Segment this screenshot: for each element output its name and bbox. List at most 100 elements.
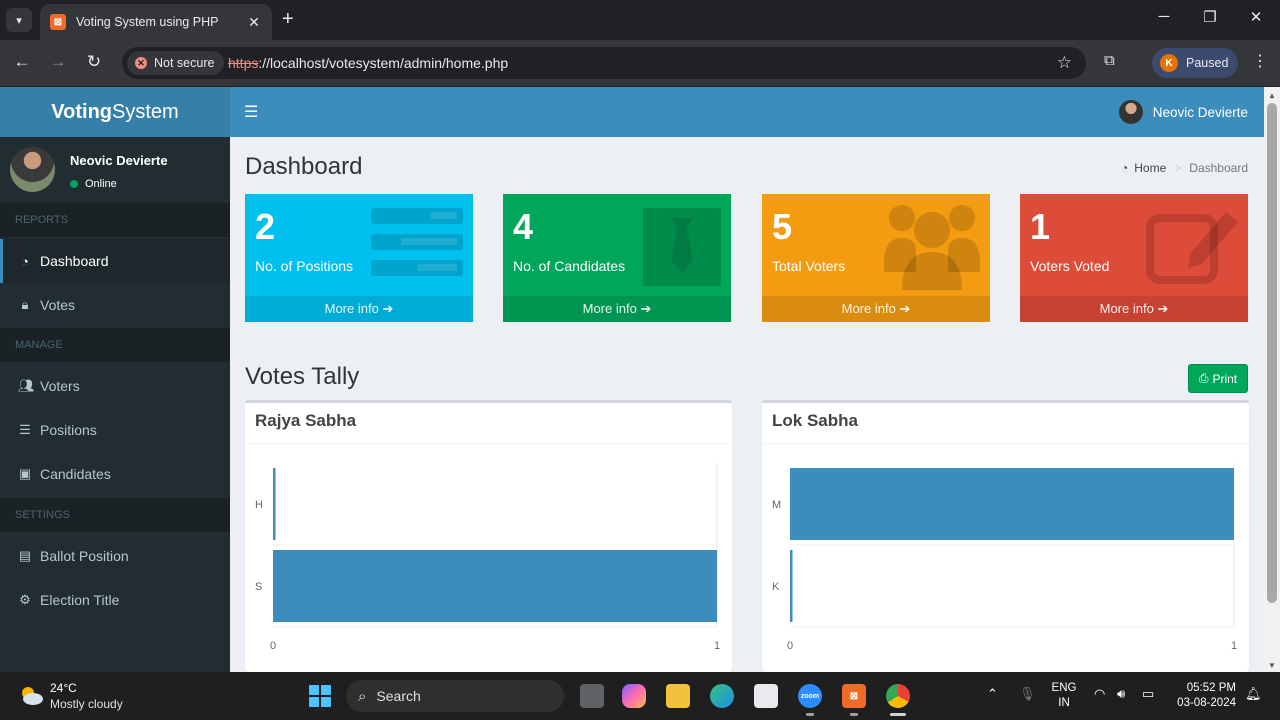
sidebar-item-dashboard[interactable]: ◔ Dashboard (0, 239, 230, 283)
sidebar-item-candidates[interactable]: ▣ Candidates (0, 452, 230, 496)
stat-label: No. of Candidates (513, 258, 626, 274)
reload-icon[interactable]: ↻ (83, 52, 105, 72)
print-icon: ⎙ (1198, 371, 1209, 385)
stat-value: 2 (255, 206, 276, 247)
stat-value: 5 (772, 206, 793, 247)
scroll-thumb[interactable] (1267, 103, 1277, 603)
sidebar-item-votes[interactable]: 🔒︎ Votes (0, 283, 230, 327)
volume-icon[interactable]: 🔊︎ (1117, 686, 1125, 702)
sidebar-item-ballot-position[interactable]: ▤ Ballot Position (0, 534, 230, 578)
extensions-icon[interactable]: ⧉ (1104, 52, 1115, 69)
security-chip[interactable]: ✕ Not secure (127, 51, 225, 75)
cloudy-weather-icon[interactable] (18, 684, 44, 706)
app-logo[interactable]: Voting System (0, 87, 230, 137)
taskbar-search[interactable]: ⌕ Search (346, 680, 564, 712)
lock-icon: 🔒︎ (21, 297, 29, 312)
show-hidden-icons-chevron-icon[interactable]: ⌃ (987, 686, 998, 702)
browser-tabstrip: ▾ ⊠ Voting System using PHP ✕ + ─ ❐ ✕ (0, 0, 1280, 40)
arrow-circle-right-icon: ➔ (640, 301, 652, 316)
file-text-icon: ▤ (18, 548, 32, 563)
user-menu[interactable]: Neovic Devierte (1118, 100, 1248, 124)
new-tab-button[interactable]: + (282, 9, 294, 29)
web-page: Voting System ☰ Neovic Devierte Neovic De… (0, 87, 1264, 672)
tick-label: 0 (270, 640, 276, 652)
section-header-manage: MANAGE (0, 328, 230, 362)
sidebar-item-positions[interactable]: ☰ Positions (0, 408, 230, 452)
forward-arrow-icon[interactable]: → (47, 52, 69, 72)
profile-button[interactable]: K Paused (1152, 48, 1238, 78)
url-text[interactable]: https://localhost/votesystem/admin/home.… (228, 55, 508, 71)
chart-title: Lok Sabha (772, 411, 858, 430)
weather-temp[interactable]: 24°C (50, 681, 77, 695)
user-panel: Neovic Devierte Online (0, 137, 230, 203)
edge-browser-icon[interactable] (710, 684, 734, 708)
category-label: S (255, 581, 262, 593)
minimize-icon[interactable]: ─ (1152, 8, 1176, 25)
microsoft-store-icon[interactable] (754, 684, 778, 708)
tick-label: 1 (1231, 640, 1237, 652)
scroll-down-icon[interactable]: ▼ (1264, 661, 1280, 670)
bookmark-star-icon[interactable]: ☆ (1057, 53, 1072, 73)
zoom-icon[interactable]: zoom (798, 684, 822, 708)
sidebar-item-election-title[interactable]: ⚙ Election Title (0, 578, 230, 622)
tab-title: Voting System using PHP (76, 15, 219, 29)
top-user-name: Neovic Devierte (1152, 104, 1248, 120)
arrow-circle-right-icon: ➔ (1157, 301, 1169, 316)
start-windows-icon[interactable] (309, 685, 331, 707)
breadcrumb: ◔ Home > Dashboard (1121, 161, 1248, 175)
language-indicator[interactable]: ENG IN (1048, 681, 1080, 711)
profile-status: Paused (1186, 56, 1229, 70)
weather-desc[interactable]: Mostly cloudy (50, 697, 123, 711)
battery-icon[interactable]: ▭ (1142, 686, 1154, 702)
arrow-circle-right-icon: ➔ (382, 301, 394, 316)
stat-value: 4 (513, 206, 534, 247)
security-label: Not secure (154, 56, 215, 70)
address-bar[interactable]: ✕ Not secure https://localhost/votesyste… (122, 47, 1086, 79)
restore-icon[interactable]: ❐ (1198, 8, 1222, 26)
chrome-icon[interactable] (886, 684, 910, 708)
more-info-link[interactable]: More info ➔ (1020, 296, 1248, 322)
more-info-link[interactable]: More info ➔ (503, 296, 731, 322)
bar-chart-lok-sabha: M K 0 1 (772, 463, 1237, 652)
stat-box-voted: 1 Voters Voted More info ➔ (1020, 194, 1248, 322)
xampp-icon[interactable]: ⊠ (842, 684, 866, 708)
page-scrollbar[interactable]: ▲ ▼ (1264, 87, 1280, 672)
chart-title: Rajya Sabha (255, 411, 357, 430)
file-explorer-icon[interactable] (666, 684, 690, 708)
tick-label: 0 (787, 640, 793, 652)
tasks-icon: ☰ (19, 422, 31, 437)
more-info-link[interactable]: More info ➔ (245, 296, 473, 322)
bar-H (273, 468, 276, 540)
breadcrumb-home-link[interactable]: Home (1134, 161, 1166, 175)
browser-menu-icon[interactable]: ⋮ (1252, 51, 1268, 71)
sidebar-item-voters[interactable]: 👥︎ Voters (0, 364, 230, 408)
microphone-icon[interactable]: 🎙︎ (1019, 686, 1036, 702)
sidebar-toggle-icon[interactable]: ☰ (244, 102, 258, 122)
more-info-link[interactable]: More info ➔ (762, 296, 990, 322)
notifications-bell-icon[interactable]: 🔔︎ (1245, 686, 1262, 702)
stat-value: 1 (1030, 206, 1051, 247)
edit-icon (1146, 212, 1238, 284)
profile-avatar: K (1160, 54, 1178, 72)
tab-search-button[interactable]: ▾ (6, 8, 32, 32)
close-window-icon[interactable]: ✕ (1244, 8, 1268, 26)
wifi-icon[interactable]: ◠ (1094, 686, 1105, 702)
dashboard-icon: ◔ (21, 253, 29, 269)
page-title: Dashboard (245, 153, 363, 180)
copilot-icon[interactable] (622, 684, 646, 708)
browser-tab[interactable]: ⊠ Voting System using PHP ✕ (40, 4, 272, 40)
tasks-icon (371, 208, 463, 276)
stat-box-positions: 2 No. of Positions More info ➔ (245, 194, 473, 322)
user-avatar (10, 147, 55, 192)
back-arrow-icon[interactable]: ← (11, 52, 33, 72)
users-icon (884, 205, 980, 290)
system-clock[interactable]: 05:52 PM 03-08-2024 (1170, 681, 1236, 711)
task-view-icon[interactable] (580, 684, 604, 708)
stat-box-candidates: 4 No. of Candidates More info ➔ (503, 194, 731, 322)
print-button[interactable]: ⎙ Print (1188, 364, 1248, 393)
dashboard-icon: ◔ (1121, 161, 1129, 175)
xampp-favicon-icon: ⊠ (50, 14, 66, 30)
scroll-up-icon[interactable]: ▲ (1264, 91, 1280, 100)
section-header-reports: REPORTS (0, 203, 230, 237)
close-tab-icon[interactable]: ✕ (246, 14, 262, 31)
